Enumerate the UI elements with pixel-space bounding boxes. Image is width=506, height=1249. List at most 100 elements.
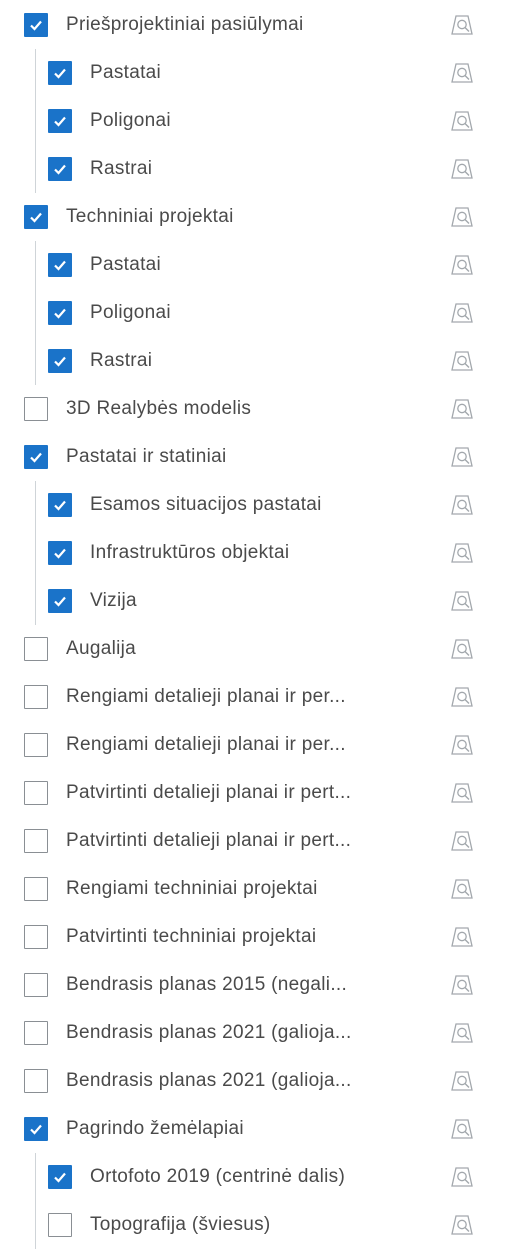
checkmark-icon [30,20,42,31]
zoom-to-layer-icon[interactable] [449,589,475,615]
zoom-to-layer-icon[interactable] [449,685,475,711]
zoom-to-layer-icon[interactable] [449,1165,475,1191]
sublayer-item[interactable]: Poligonai [0,97,506,145]
checkmark-icon [54,164,66,175]
checkmark-icon [54,500,66,511]
layer-visibility-checkbox[interactable] [24,973,48,997]
layer-visibility-checkbox[interactable] [24,397,48,421]
layer-visibility-checkbox[interactable] [48,349,72,373]
zoom-to-layer-icon[interactable] [449,13,475,39]
zoom-to-layer-icon[interactable] [449,877,475,903]
zoom-to-layer-icon[interactable] [449,1069,475,1095]
zoom-to-layer-icon[interactable] [449,1117,475,1143]
layer-list: Priešprojektiniai pasiūlymai Pastatai Poli… [0,0,506,1249]
layer-visibility-checkbox[interactable] [24,925,48,949]
checkmark-icon [54,1172,66,1183]
layer-visibility-checkbox[interactable] [24,445,48,469]
layer-visibility-checkbox[interactable] [24,13,48,37]
layer-item[interactable]: Bendrasis planas 2021 (galioja... [0,1057,506,1105]
layer-label: Augalija [66,638,137,659]
sublayer-item[interactable]: Pastatai [0,241,506,289]
zoom-to-layer-icon[interactable] [449,349,475,375]
sublayer-item[interactable]: Topografija (šviesus) [0,1201,506,1249]
layer-label: Rengiami detalieji planai ir per... [66,734,346,755]
checkmark-icon [54,260,66,271]
zoom-to-layer-icon[interactable] [449,61,475,87]
sublayer-item[interactable]: Poligonai [0,289,506,337]
zoom-to-layer-icon[interactable] [449,1213,475,1239]
zoom-to-layer-icon[interactable] [449,205,475,231]
sublayer-item[interactable]: Pastatai [0,49,506,97]
layer-item[interactable]: Rengiami detalieji planai ir per... [0,721,506,769]
sublayer-item[interactable]: Rastrai [0,337,506,385]
layer-item[interactable]: Patvirtinti detalieji planai ir pert... [0,769,506,817]
zoom-to-layer-icon[interactable] [449,445,475,471]
zoom-to-layer-icon[interactable] [449,109,475,135]
layer-visibility-checkbox[interactable] [24,637,48,661]
sublayer-item[interactable]: Infrastruktūros objektai [0,529,506,577]
zoom-to-layer-icon[interactable] [449,637,475,663]
layer-visibility-checkbox[interactable] [48,61,72,85]
checkmark-icon [30,452,42,463]
layer-label: Bendrasis planas 2021 (galioja... [66,1022,352,1043]
zoom-to-layer-icon[interactable] [449,493,475,519]
layer-visibility-checkbox[interactable] [48,589,72,613]
layer-visibility-checkbox[interactable] [24,733,48,757]
zoom-to-layer-icon[interactable] [449,1021,475,1047]
layer-item[interactable]: Priešprojektiniai pasiūlymai [0,1,506,49]
layer-item[interactable]: Techniniai projektai [0,193,506,241]
layer-item[interactable]: 3D Realybės modelis [0,385,506,433]
zoom-to-layer-icon[interactable] [449,733,475,759]
layer-visibility-checkbox[interactable] [24,1069,48,1093]
layer-visibility-checkbox[interactable] [48,157,72,181]
layer-label: Topografija (šviesus) [90,1214,271,1235]
layer-label: Patvirtinti detalieji planai ir pert... [66,830,352,851]
layer-visibility-checkbox[interactable] [24,205,48,229]
layer-item[interactable]: Bendrasis planas 2015 (negali... [0,961,506,1009]
layer-visibility-checkbox[interactable] [48,493,72,517]
layer-visibility-checkbox[interactable] [24,877,48,901]
sublayer-item[interactable]: Esamos situacijos pastatai [0,481,506,529]
checkmark-icon [30,1124,42,1135]
layer-visibility-checkbox[interactable] [24,781,48,805]
zoom-to-layer-icon[interactable] [449,253,475,279]
layer-item[interactable]: Rengiami detalieji planai ir per... [0,673,506,721]
zoom-to-layer-icon[interactable] [449,973,475,999]
zoom-to-layer-icon[interactable] [449,301,475,327]
layer-label: Ortofoto 2019 (centrinė dalis) [90,1166,346,1187]
zoom-to-layer-icon[interactable] [449,925,475,951]
layer-item[interactable]: Pagrindo žemėlapiai [0,1105,506,1153]
layer-label: Rengiami detalieji planai ir per... [66,686,346,707]
zoom-to-layer-icon[interactable] [449,829,475,855]
layer-label: 3D Realybės modelis [66,398,252,419]
layer-item[interactable]: Bendrasis planas 2021 (galioja... [0,1009,506,1057]
layer-item[interactable]: Augalija [0,625,506,673]
layer-item[interactable]: Patvirtinti techniniai projektai [0,913,506,961]
layer-visibility-checkbox[interactable] [24,829,48,853]
zoom-to-layer-icon[interactable] [449,781,475,807]
zoom-to-layer-icon[interactable] [449,541,475,567]
layer-visibility-checkbox[interactable] [48,1165,72,1189]
layer-visibility-checkbox[interactable] [48,1213,72,1237]
layer-item[interactable]: Pastatai ir statiniai [0,433,506,481]
layer-visibility-checkbox[interactable] [48,109,72,133]
layer-visibility-checkbox[interactable] [24,1117,48,1141]
layer-visibility-checkbox[interactable] [48,253,72,277]
layer-visibility-checkbox[interactable] [24,685,48,709]
layer-visibility-checkbox[interactable] [48,301,72,325]
layer-item[interactable]: Patvirtinti detalieji planai ir pert... [0,817,506,865]
checkmark-icon [54,68,66,79]
sublayer-item[interactable]: Ortofoto 2019 (centrinė dalis) [0,1153,506,1201]
tree-guide-line [35,481,36,625]
zoom-to-layer-icon[interactable] [449,397,475,423]
layer-label: Pastatai [90,254,162,275]
layer-visibility-checkbox[interactable] [48,541,72,565]
layer-item[interactable]: Rengiami techniniai projektai [0,865,506,913]
layer-label: Priešprojektiniai pasiūlymai [66,14,304,35]
sublayer-item[interactable]: Vizija [0,577,506,625]
zoom-to-layer-icon[interactable] [449,157,475,183]
layer-label: Bendrasis planas 2021 (galioja... [66,1070,352,1091]
layer-visibility-checkbox[interactable] [24,1021,48,1045]
sublayer-item[interactable]: Rastrai [0,145,506,193]
layer-label: Patvirtinti detalieji planai ir pert... [66,782,352,803]
